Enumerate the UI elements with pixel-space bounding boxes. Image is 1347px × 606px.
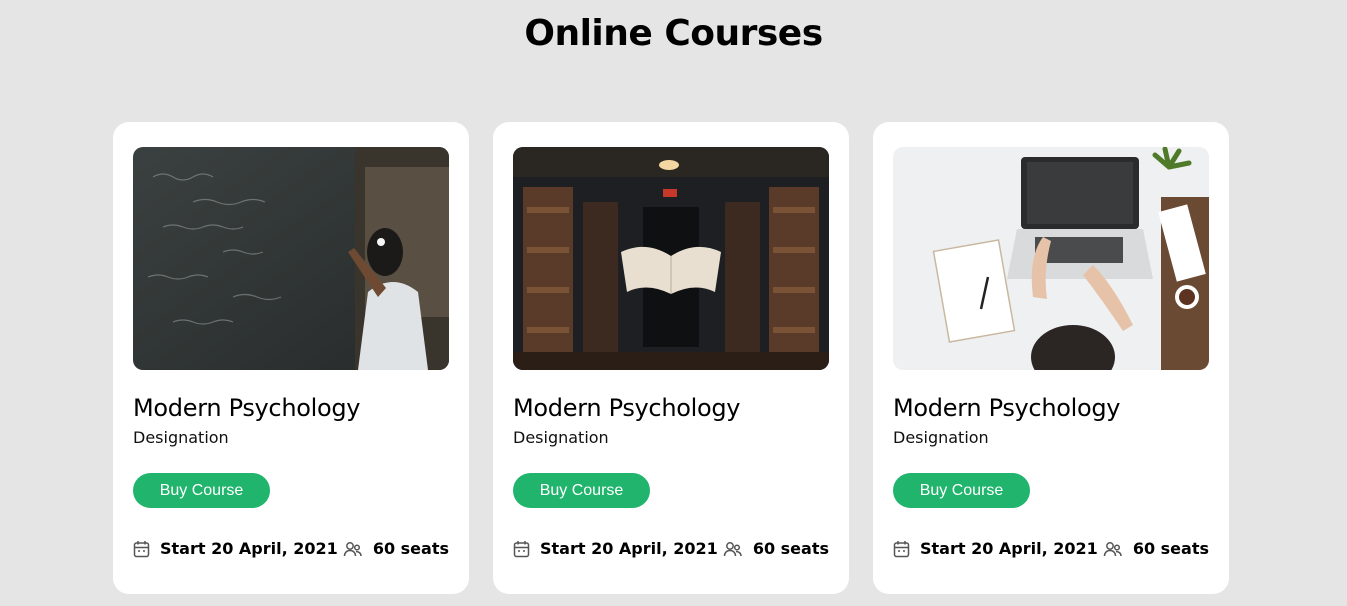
course-title: Modern Psychology (893, 394, 1121, 422)
course-image-library (513, 147, 829, 370)
seats-text: 60 seats (1132, 539, 1209, 558)
course-meta: Start 20 April, 2021 60 seats (133, 539, 449, 558)
calendar-icon (513, 540, 530, 558)
users-icon (343, 540, 363, 558)
course-card: Modern Psychology Designation Buy Course… (113, 122, 469, 594)
start-date: Start 20 April, 2021 (513, 539, 718, 558)
course-cards: Modern Psychology Designation Buy Course… (113, 122, 1229, 594)
users-icon (1103, 540, 1123, 558)
course-designation: Designation (513, 428, 609, 447)
course-meta: Start 20 April, 2021 60 seats (893, 539, 1209, 558)
seats: 60 seats (723, 539, 829, 558)
course-card: Modern Psychology Designation Buy Course… (873, 122, 1229, 594)
buy-course-button[interactable]: Buy Course (893, 473, 1030, 508)
seats: 60 seats (1103, 539, 1209, 558)
course-image-laptop (893, 147, 1209, 370)
seats-text: 60 seats (372, 539, 449, 558)
course-title: Modern Psychology (513, 394, 741, 422)
course-title: Modern Psychology (133, 394, 361, 422)
start-date: Start 20 April, 2021 (893, 539, 1098, 558)
course-designation: Designation (133, 428, 229, 447)
start-date-text: Start 20 April, 2021 (160, 539, 338, 558)
start-date: Start 20 April, 2021 (133, 539, 338, 558)
buy-course-button[interactable]: Buy Course (513, 473, 650, 508)
course-image-chalkboard (133, 147, 449, 370)
calendar-icon (133, 540, 150, 558)
seats: 60 seats (343, 539, 449, 558)
course-meta: Start 20 April, 2021 60 seats (513, 539, 829, 558)
start-date-text: Start 20 April, 2021 (920, 539, 1098, 558)
seats-text: 60 seats (752, 539, 829, 558)
course-card: Modern Psychology Designation Buy Course… (493, 122, 849, 594)
buy-course-button[interactable]: Buy Course (133, 473, 270, 508)
course-designation: Designation (893, 428, 989, 447)
calendar-icon (893, 540, 910, 558)
users-icon (723, 540, 743, 558)
start-date-text: Start 20 April, 2021 (540, 539, 718, 558)
page-title: Online Courses (524, 13, 823, 54)
